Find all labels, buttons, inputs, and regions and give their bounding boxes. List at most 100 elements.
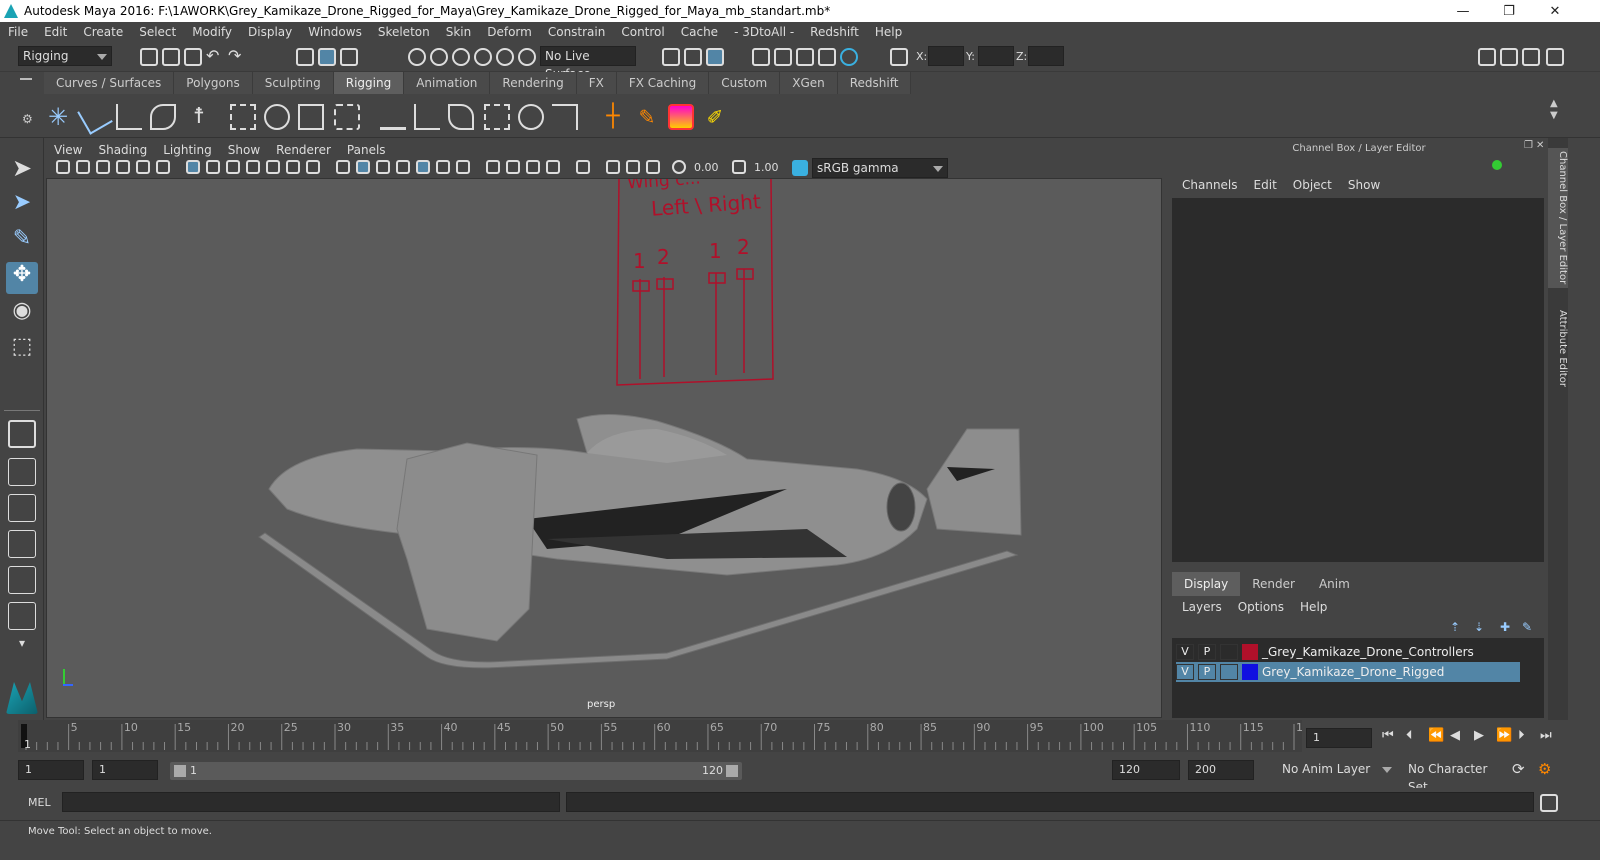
exposure-icon[interactable] (672, 160, 686, 174)
scene-start-field[interactable]: 1 (18, 760, 84, 780)
perspective-viewport[interactable]: Wing c... Left \ Right 1 2 1 2 persp (46, 178, 1162, 718)
snap-grid-icon[interactable] (408, 48, 426, 66)
side-tab-channel-box[interactable]: Channel Box / Layer Editor (1548, 148, 1568, 288)
menu-redshift[interactable]: Redshift (802, 25, 867, 39)
depth-of-field-icon[interactable] (546, 160, 560, 174)
snap-surface-icon[interactable] (496, 48, 514, 66)
tab-sculpting[interactable]: Sculpting (252, 72, 334, 94)
field-chart-icon[interactable] (266, 160, 280, 174)
snap-together-icon[interactable] (518, 48, 536, 66)
layer-playback-toggle[interactable]: P (1198, 664, 1216, 680)
viewport-menu-show[interactable]: Show (220, 143, 268, 157)
gamma-icon[interactable] (732, 160, 746, 174)
menu-control[interactable]: Control (613, 25, 672, 39)
command-input[interactable] (62, 792, 560, 812)
camera-attributes-icon[interactable] (76, 160, 90, 174)
maya-home-icon[interactable] (6, 682, 38, 714)
textured-icon[interactable] (416, 160, 430, 174)
cb-menu-channels[interactable]: Channels (1174, 178, 1246, 192)
layer-visibility-toggle[interactable]: V (1176, 664, 1194, 680)
frame-all-icon[interactable] (606, 160, 620, 174)
four-view-layout-icon[interactable] (8, 458, 36, 486)
layer-visibility-toggle[interactable]: V (1176, 644, 1194, 660)
create-joints-icon[interactable]: ✳ (48, 104, 74, 130)
tab-render[interactable]: Render (1240, 572, 1307, 596)
menu-edit[interactable]: Edit (36, 25, 75, 39)
persp-outliner-layout-icon[interactable] (8, 494, 36, 522)
scale-constraint-icon[interactable] (484, 104, 510, 130)
menu-3dtoall[interactable]: - 3DtoAll - (726, 25, 802, 39)
ik-spline-icon[interactable] (116, 104, 142, 130)
output-ops-icon[interactable] (684, 48, 702, 66)
viewport-menu-shading[interactable]: Shading (90, 143, 155, 157)
quick-rig-icon[interactable]: ☨ (186, 104, 212, 130)
le-menu-options[interactable]: Options (1230, 600, 1292, 614)
persp-graph-layout-icon[interactable] (8, 530, 36, 558)
bookmark-icon[interactable] (96, 160, 110, 174)
play-forwards-icon[interactable]: ▶ (1474, 728, 1484, 743)
layer-playback-toggle[interactable]: P (1198, 644, 1216, 660)
select-object-icon[interactable] (318, 48, 336, 66)
bend-deformer-icon[interactable] (298, 104, 324, 130)
new-scene-icon[interactable] (140, 48, 158, 66)
anti-aliasing-icon[interactable] (526, 160, 540, 174)
tab-display[interactable]: Display (1172, 572, 1241, 596)
menu-create[interactable]: Create (75, 25, 131, 39)
shelf-menu-icon[interactable] (20, 78, 32, 80)
frame-selected-icon[interactable] (626, 160, 640, 174)
go-to-start-icon[interactable]: ⏮ (1382, 728, 1394, 743)
le-menu-layers[interactable]: Layers (1174, 600, 1230, 614)
viewport-menu-lighting[interactable]: Lighting (155, 143, 220, 157)
tab-animation[interactable]: Animation (404, 72, 491, 94)
save-scene-icon[interactable] (184, 48, 202, 66)
pole-vector-icon[interactable] (552, 104, 578, 130)
tab-rigging[interactable]: Rigging (333, 72, 405, 94)
move-tool-icon[interactable]: ✥ (6, 262, 38, 294)
shelf-gear-icon[interactable]: ⚙ (22, 112, 33, 126)
menu-help[interactable]: Help (867, 25, 910, 39)
hypershade-icon[interactable] (840, 48, 858, 66)
snap-view-plane-icon[interactable] (474, 48, 492, 66)
select-component-icon[interactable] (340, 48, 358, 66)
move-layer-up-icon[interactable]: ⇡ (1450, 620, 1460, 634)
exposure-value[interactable]: 0.00 (694, 161, 719, 174)
film-gate-icon[interactable] (206, 160, 220, 174)
tab-rendering[interactable]: Rendering (490, 72, 577, 94)
axis-manip-icon[interactable] (1492, 160, 1502, 170)
safe-title-icon[interactable] (306, 160, 320, 174)
menu-file[interactable]: File (0, 25, 36, 39)
safe-action-icon[interactable] (286, 160, 300, 174)
slider-handle-left-1[interactable] (632, 280, 650, 292)
new-layer-from-selected-icon[interactable]: ✎ (1522, 620, 1532, 634)
play-backwards-icon[interactable]: ◀ (1450, 728, 1460, 743)
scale-tool-icon[interactable]: ⬚ (6, 334, 38, 366)
le-menu-help[interactable]: Help (1292, 600, 1335, 614)
layer-row-rigged[interactable]: V P Grey_Kamikaze_Drone_Rigged (1176, 662, 1520, 682)
time-slider-ruler[interactable]: 5 10 15 20 25 30 35 40 45 50 55 60 65 70 75 80 85 90 95 100… (18, 720, 1302, 752)
cb-menu-show[interactable]: Show (1340, 178, 1388, 192)
tab-anim[interactable]: Anim (1307, 572, 1362, 596)
tab-xgen[interactable]: XGen (780, 72, 838, 94)
layer-display-type-toggle[interactable] (1220, 664, 1238, 680)
tool-settings-toggle-icon[interactable] (1522, 48, 1540, 66)
layer-color-swatch[interactable] (1242, 664, 1258, 680)
live-surface-field[interactable]: No Live Surface (540, 46, 636, 81)
viewport-menu-panels[interactable]: Panels (339, 143, 394, 157)
paint-weights-icon[interactable]: ✎ (634, 104, 660, 130)
gate-mask-icon[interactable] (246, 160, 260, 174)
isolate-select-icon[interactable] (576, 160, 590, 174)
menu-windows[interactable]: Windows (300, 25, 370, 39)
new-layer-icon[interactable]: ✚ (1500, 620, 1510, 634)
scene-end-field[interactable]: 200 (1188, 760, 1254, 780)
tab-curves-surfaces[interactable]: Curves / Surfaces (44, 72, 175, 94)
resolution-gate-icon[interactable] (226, 160, 240, 174)
shelf-scroll-down-icon[interactable]: ▼ (1550, 110, 1558, 121)
ipr-render-icon[interactable] (796, 48, 814, 66)
drone-model[interactable] (247, 409, 1037, 679)
float-panel-icon[interactable]: ❐ (1524, 140, 1533, 151)
redo-icon[interactable]: ↷ (228, 46, 241, 65)
menu-constrain[interactable]: Constrain (540, 25, 614, 39)
mirror-weights-icon[interactable]: ✐ (702, 104, 728, 130)
select-tool-icon[interactable]: ➤ (6, 154, 38, 186)
snap-curve-icon[interactable] (430, 48, 448, 66)
